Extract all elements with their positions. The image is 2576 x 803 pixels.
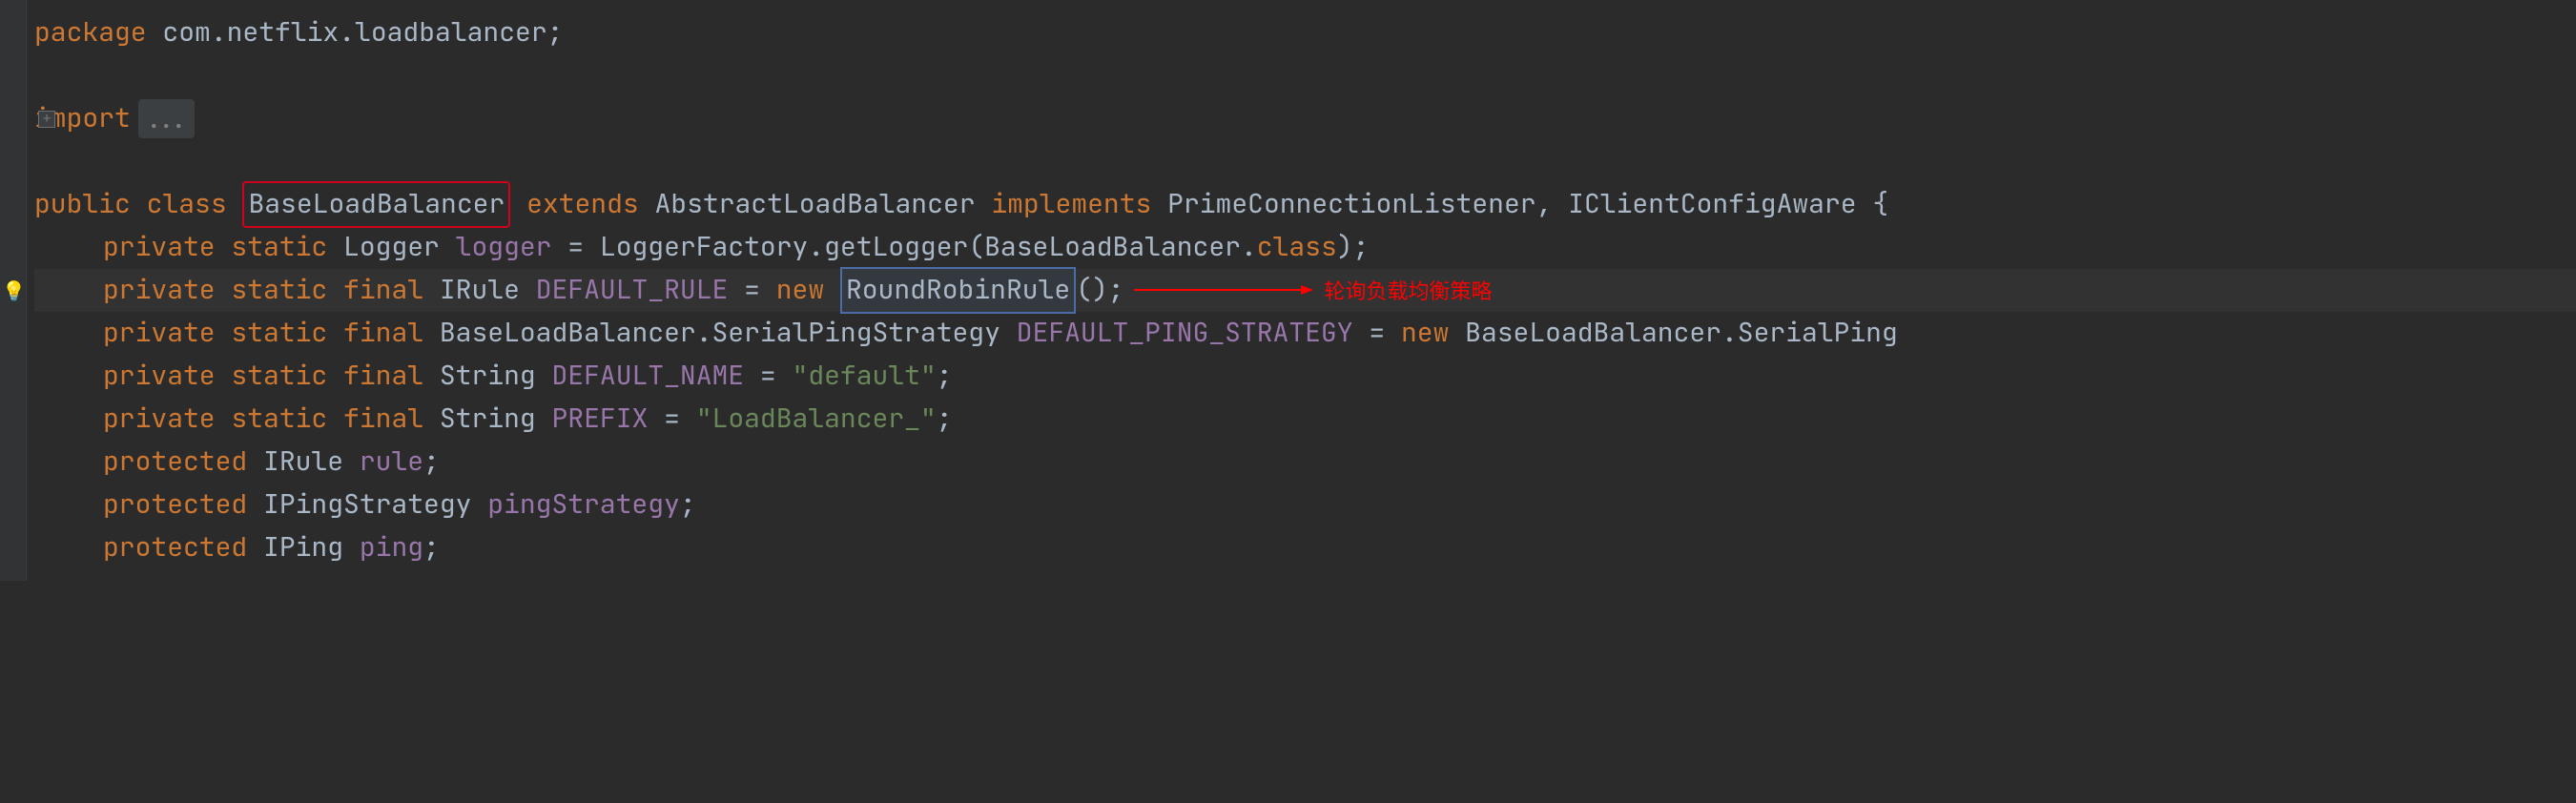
class-name: BaseLoadBalancer xyxy=(248,186,505,221)
type: IRule xyxy=(263,441,343,484)
keyword-private: private xyxy=(103,269,216,312)
arrow-icon xyxy=(1134,283,1315,297)
keyword-final: final xyxy=(343,269,423,312)
type-inner: SerialPingStrategy xyxy=(712,312,1000,355)
field-name: ping xyxy=(360,526,423,569)
package-name: com.netflix.loadbalancer xyxy=(162,11,546,54)
keyword-static: static xyxy=(231,226,327,269)
code-line[interactable]: + import ... xyxy=(34,97,2576,140)
field-name: PREFIX xyxy=(552,398,649,441)
code-line[interactable]: private static Logger logger = LoggerFac… xyxy=(34,226,2576,269)
blank-line xyxy=(34,140,2576,183)
field-name: DEFAULT_RULE xyxy=(536,269,729,312)
field-name: logger xyxy=(456,226,552,269)
keyword-private: private xyxy=(103,226,216,269)
keyword-public: public xyxy=(34,183,131,226)
code-line[interactable]: private static final String PREFIX = "Lo… xyxy=(34,398,2576,441)
blank-line xyxy=(34,54,2576,97)
annotation-text: 轮询负载均衡策略 xyxy=(1325,279,1493,303)
keyword-static: static xyxy=(231,355,327,398)
code-line[interactable]: public class BaseLoadBalancer extends Ab… xyxy=(34,183,2576,226)
type: String xyxy=(440,398,536,441)
method-name: getLogger xyxy=(824,226,968,269)
interface-2: IClientConfigAware xyxy=(1568,183,1856,226)
string-literal: "default" xyxy=(793,355,937,398)
keyword-final: final xyxy=(343,355,423,398)
keyword-static: static xyxy=(231,398,327,441)
extends-class: AbstractLoadBalancer xyxy=(655,183,976,226)
highlight-box-constructor: RoundRobinRule xyxy=(840,267,1076,314)
field-name: pingStrategy xyxy=(487,484,680,526)
field-name: DEFAULT_NAME xyxy=(552,355,745,398)
constructor-inner: SerialPing xyxy=(1738,312,1898,355)
constructor-name: RoundRobinRule xyxy=(846,272,1070,307)
arg-class: BaseLoadBalancer xyxy=(984,226,1241,269)
keyword-private: private xyxy=(103,312,216,355)
keyword-protected: protected xyxy=(103,441,247,484)
highlight-box-classname: BaseLoadBalancer xyxy=(242,181,510,228)
type: IRule xyxy=(440,269,520,312)
field-name: rule xyxy=(360,441,423,484)
code-line[interactable]: package com.netflix.loadbalancer; xyxy=(34,11,2576,54)
annotation-overlay: 轮询负载均衡策略 xyxy=(1134,269,1493,312)
keyword-new: new xyxy=(776,269,824,312)
type: IPingStrategy xyxy=(263,484,471,526)
fold-expand-icon[interactable]: + xyxy=(38,111,55,128)
type: IPing xyxy=(263,526,343,569)
factory-class: LoggerFactory xyxy=(600,226,808,269)
keyword-class-literal: class xyxy=(1257,226,1337,269)
semicolon: ; xyxy=(547,11,564,54)
keyword-protected: protected xyxy=(103,484,247,526)
code-line[interactable]: protected IPing ping; xyxy=(34,526,2576,569)
field-name: DEFAULT_PING_STRATEGY xyxy=(1017,312,1353,355)
code-line[interactable]: protected IRule rule; xyxy=(34,441,2576,484)
code-line[interactable]: private static final BaseLoadBalancer.Se… xyxy=(34,312,2576,355)
keyword-final: final xyxy=(343,312,423,355)
keyword-static: static xyxy=(231,312,327,355)
keyword-implements: implements xyxy=(991,183,1151,226)
code-line[interactable]: protected IPingStrategy pingStrategy; xyxy=(34,484,2576,526)
type: Logger xyxy=(343,226,440,269)
keyword-private: private xyxy=(103,398,216,441)
type-outer: BaseLoadBalancer xyxy=(440,312,696,355)
keyword-private: private xyxy=(103,355,216,398)
constructor-outer: BaseLoadBalancer xyxy=(1465,312,1721,355)
keyword-protected: protected xyxy=(103,526,247,569)
code-line[interactable]: private static final String DEFAULT_NAME… xyxy=(34,355,2576,398)
keyword-final: final xyxy=(343,398,423,441)
fold-placeholder[interactable]: ... xyxy=(138,99,195,139)
intention-bulb-icon[interactable]: 💡 xyxy=(2,276,26,306)
keyword-package: package xyxy=(34,11,147,54)
string-literal: "LoadBalancer_" xyxy=(696,398,937,441)
code-area[interactable]: package com.netflix.loadbalancer; + impo… xyxy=(0,11,2576,569)
keyword-static: static xyxy=(231,269,327,312)
keyword-new: new xyxy=(1401,312,1449,355)
keyword-extends: extends xyxy=(526,183,639,226)
code-editor[interactable]: package com.netflix.loadbalancer; + impo… xyxy=(0,0,2576,581)
interface-1: PrimeConnectionListener xyxy=(1167,183,1535,226)
keyword-class: class xyxy=(147,183,227,226)
code-line-highlighted[interactable]: 💡 private static final IRule DEFAULT_RUL… xyxy=(34,269,2576,312)
type: String xyxy=(440,355,536,398)
